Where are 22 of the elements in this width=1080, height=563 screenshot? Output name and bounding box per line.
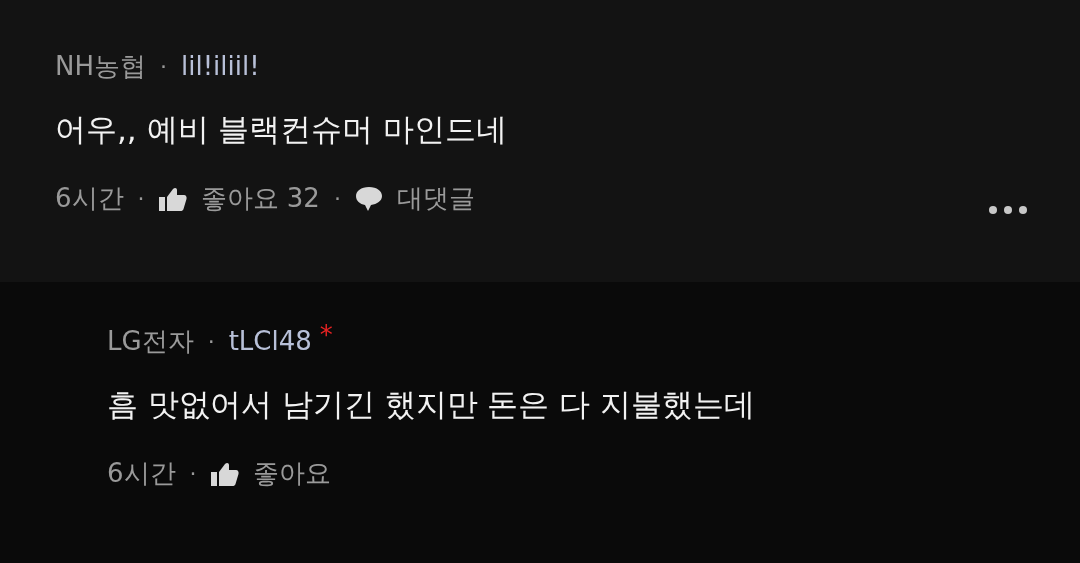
like-button[interactable]: 좋아요 32 <box>158 181 320 216</box>
speech-bubble-icon <box>354 185 383 212</box>
more-options-button[interactable] <box>988 204 1028 215</box>
separator-dot: · <box>207 328 215 354</box>
thumbs-up-icon <box>158 186 187 211</box>
company-name: NH농협 <box>55 49 146 83</box>
timestamp: 6시간 <box>107 457 176 490</box>
more-icon <box>988 204 1028 215</box>
nickname[interactable]: lil!iliil! <box>181 51 260 81</box>
reply-button[interactable]: 대댓글 <box>354 181 475 216</box>
comment-text: 흠 맛없어서 남기긴 했지만 돈은 다 지불했는데 <box>107 385 757 424</box>
comment-text: 어우,, 예비 블랙컨슈머 마인드네 <box>55 110 509 149</box>
like-button[interactable]: 좋아요 <box>210 456 331 491</box>
nickname[interactable]: tLCl48 <box>228 326 312 356</box>
timestamp: 6시간 <box>55 182 124 215</box>
separator-dot: · <box>189 461 197 486</box>
separator-dot: · <box>333 186 341 211</box>
separator-dot: · <box>137 186 145 211</box>
thumbs-up-icon <box>210 461 239 486</box>
author-mark: * <box>319 320 333 350</box>
separator-dot: · <box>160 53 167 79</box>
company-name: LG전자 <box>107 324 194 358</box>
